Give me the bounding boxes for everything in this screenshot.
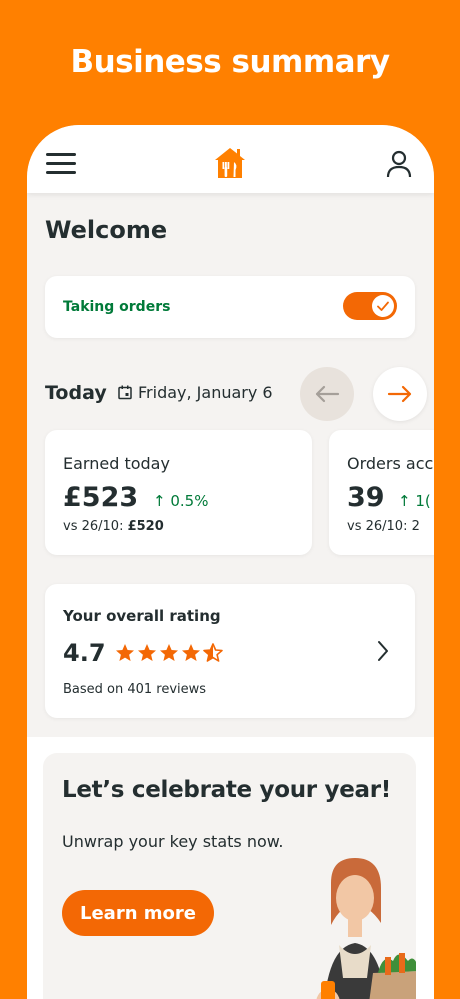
orders-accepted-card[interactable]: Orders acc 39 ↑ 1( vs 26/10: 2 (329, 430, 434, 555)
star-half-icon (203, 643, 223, 662)
rating-value: 4.7 (63, 639, 106, 667)
celebrate-title: Let’s celebrate your year! (62, 777, 391, 803)
previous-day-button[interactable] (300, 367, 354, 421)
rating-reviews-count: Based on 401 reviews (63, 682, 207, 697)
user-profile-icon[interactable] (385, 149, 413, 179)
rating-stars (115, 643, 223, 663)
promo-title: Business summary (70, 44, 390, 80)
hamburger-menu-icon[interactable] (46, 153, 76, 177)
stat-compare: vs 26/10: 2 (347, 519, 420, 534)
taking-orders-label: Taking orders (63, 299, 171, 315)
arrow-left-icon (315, 385, 340, 403)
check-icon (377, 301, 389, 311)
stat-change: ↑ 1( (398, 492, 431, 510)
chevron-right-icon[interactable] (376, 640, 390, 662)
earned-today-card[interactable]: Earned today £523 ↑ 0.5% vs 26/10: £520 (45, 430, 312, 555)
star-full-icon (182, 644, 200, 661)
stat-label: Orders acc (347, 454, 434, 473)
stat-change: ↑ 0.5% (153, 492, 209, 510)
rating-title: Your overall rating (63, 607, 221, 625)
star-full-icon (160, 644, 178, 661)
stat-compare: vs 26/10: £520 (63, 519, 164, 534)
toggle-knob (372, 295, 394, 317)
stat-value: 39 (347, 482, 385, 513)
phone-screen: Welcome Taking orders Today Friday, Janu… (27, 125, 434, 999)
learn-more-button[interactable]: Learn more (62, 890, 214, 936)
calendar-icon (118, 385, 132, 400)
star-full-icon (138, 644, 156, 661)
stat-value: £523 (63, 482, 139, 513)
taking-orders-card: Taking orders (45, 276, 415, 338)
celebrate-year-card: Let’s celebrate your year! Unwrap your k… (43, 753, 416, 999)
next-day-button[interactable] (373, 367, 427, 421)
stat-label: Earned today (63, 454, 170, 473)
today-date: Friday, January 6 (138, 383, 273, 402)
house-fork-knife-logo-icon (215, 148, 245, 178)
star-full-icon (116, 644, 134, 661)
woman-with-groceries-illustration (316, 858, 416, 999)
top-app-bar (27, 125, 434, 193)
welcome-heading: Welcome (45, 216, 168, 244)
overall-rating-card[interactable]: Your overall rating 4.7 Based on 401 rev… (45, 584, 415, 718)
celebrate-subtitle: Unwrap your key stats now. (62, 832, 284, 851)
arrow-right-icon (387, 385, 412, 403)
today-label: Today (45, 382, 107, 404)
taking-orders-toggle[interactable] (343, 292, 397, 320)
